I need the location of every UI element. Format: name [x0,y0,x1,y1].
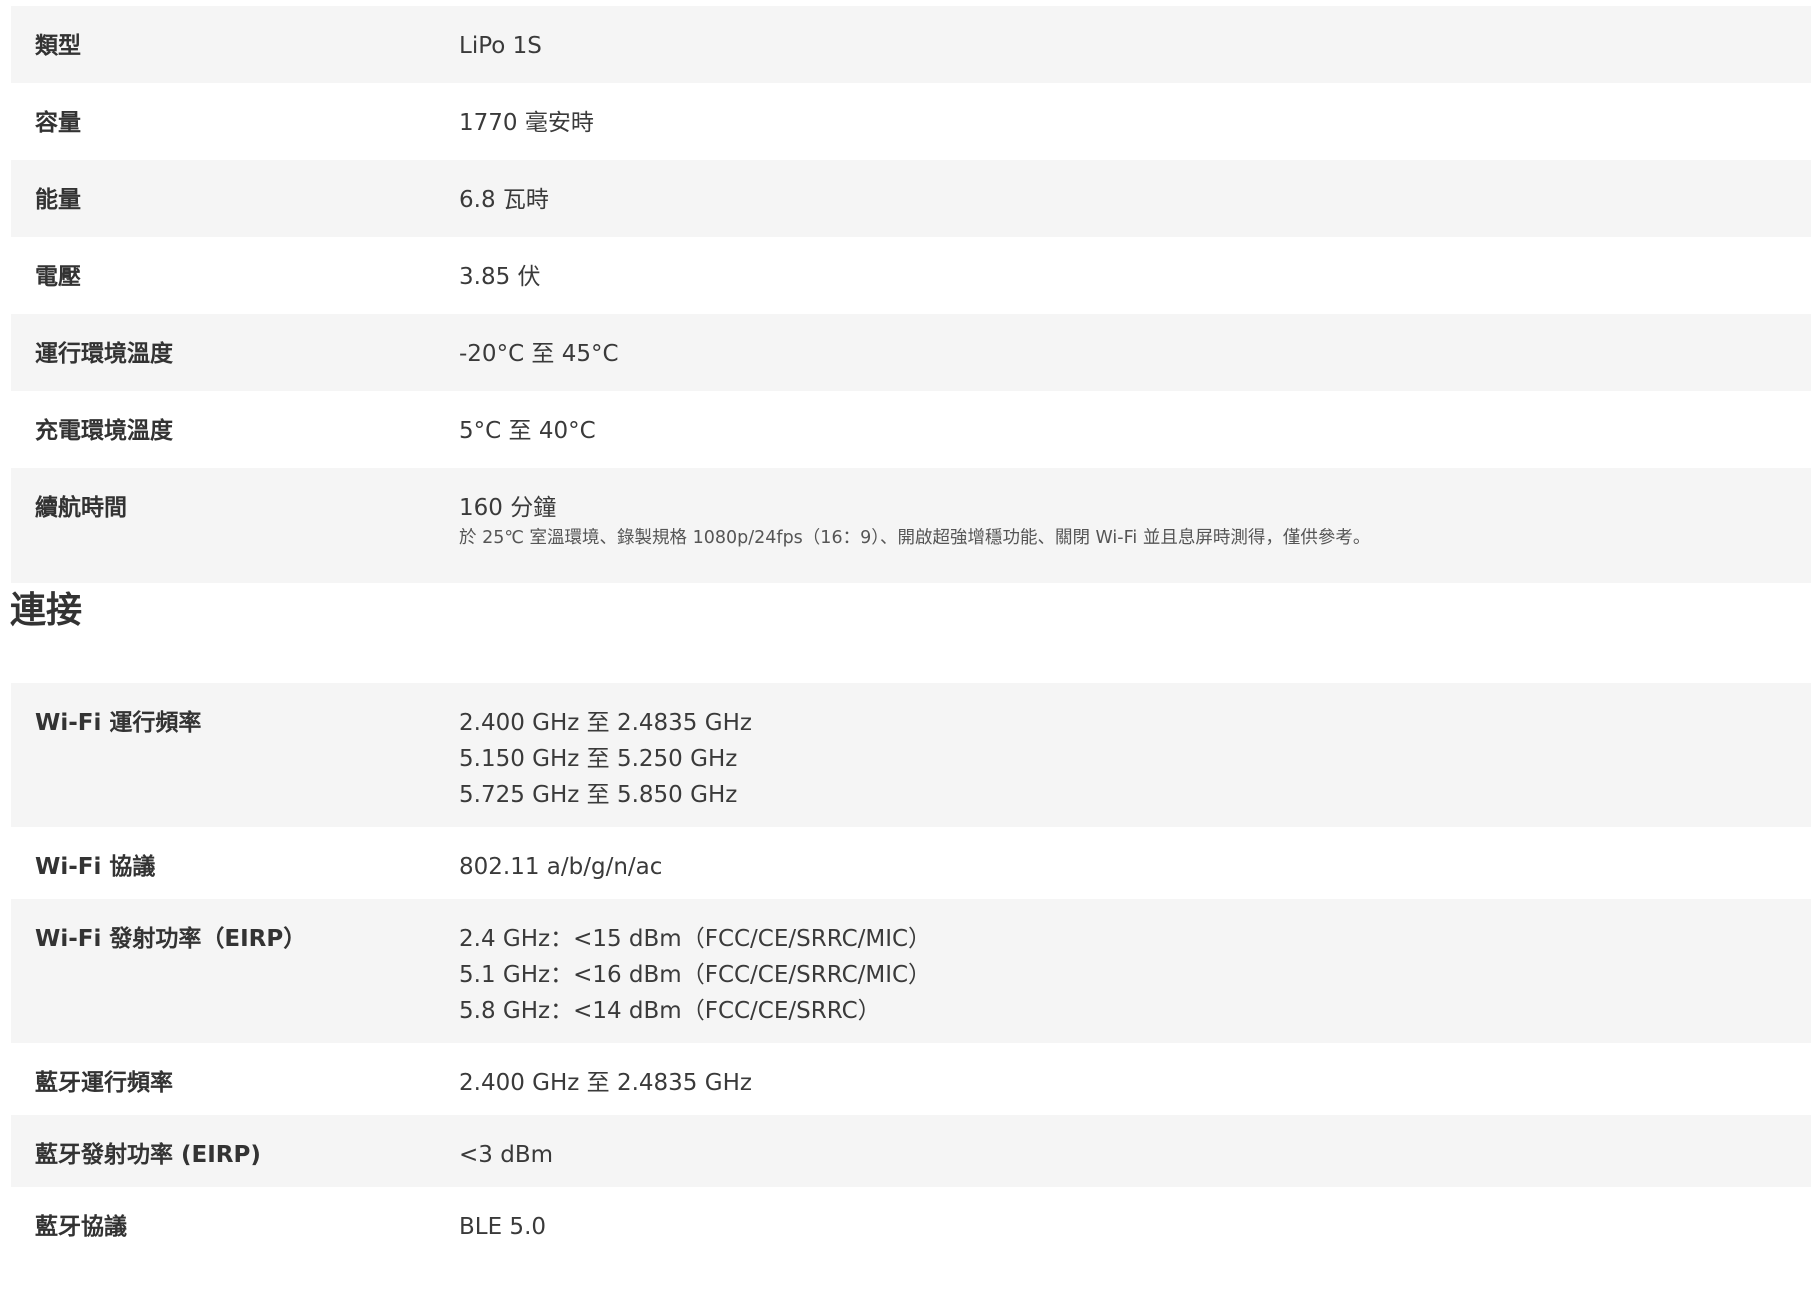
spec-value-line: 802.11 a/b/g/n/ac [459,854,663,880]
spec-value: LiPo 1S [459,33,542,59]
spec-value-line: 5.1 GHz：<16 dBm（FCC/CE/SRRC/MIC） [459,962,932,988]
spec-value-line: BLE 5.0 [459,1214,547,1240]
spec-value-group: 802.11 a/b/g/n/ac [459,849,1811,885]
spec-row-charging-temperature: 充電環境溫度 5°C 至 40°C [11,391,1811,468]
spec-row-operating-temperature: 運行環境溫度 -20°C 至 45°C [11,314,1811,391]
spec-value: -20°C 至 45°C [459,341,619,367]
spec-value: 160 分鐘 [459,495,557,521]
spec-value-group: 2.400 GHz 至 2.4835 GHz [459,1065,1811,1101]
spec-row-wifi-power: Wi-Fi 發射功率（EIRP） 2.4 GHz：<15 dBm（FCC/CE/… [11,899,1811,1043]
spec-label: 充電環境溫度 [35,418,173,444]
spec-value-line: 2.400 GHz 至 2.4835 GHz [459,1070,752,1096]
spec-row-bluetooth-protocol: 藍牙協議 BLE 5.0 [11,1187,1811,1259]
spec-row-energy: 能量 6.8 瓦時 [11,160,1811,237]
spec-footnote: 於 25℃ 室溫環境、錄製規格 1080p/24fps（16：9）、開啟超強增穩… [459,528,1371,548]
spec-label: 藍牙發射功率 (EIRP) [35,1142,261,1168]
spec-label: Wi-Fi 協議 [35,854,156,880]
spec-value-group: BLE 5.0 [459,1209,1811,1245]
spec-label: Wi-Fi 發射功率（EIRP） [35,926,307,952]
spec-value-line: 2.400 GHz 至 2.4835 GHz [459,710,752,736]
spec-label: 續航時間 [35,495,127,521]
spec-row-type: 類型 LiPo 1S [11,6,1811,83]
battery-spec-table: 類型 LiPo 1S 容量 1770 毫安時 能量 6.8 瓦時 電壓 3.85… [11,6,1811,583]
spec-label: 容量 [35,110,81,136]
spec-label: Wi-Fi 運行頻率 [35,710,202,736]
spec-value: 3.85 伏 [459,264,541,290]
spec-value: 5°C 至 40°C [459,418,596,444]
spec-value-line: <3 dBm [459,1142,553,1168]
spec-label: 電壓 [35,264,81,290]
spec-label: 藍牙運行頻率 [35,1070,173,1096]
spec-row-bluetooth-frequency: 藍牙運行頻率 2.400 GHz 至 2.4835 GHz [11,1043,1811,1115]
spec-page: 類型 LiPo 1S 容量 1770 毫安時 能量 6.8 瓦時 電壓 3.85… [0,0,1816,1297]
spec-label: 藍牙協議 [35,1214,127,1240]
spec-row-wifi-frequency: Wi-Fi 運行頻率 2.400 GHz 至 2.4835 GHz 5.150 … [11,683,1811,827]
spec-row-runtime: 續航時間 160 分鐘 於 25℃ 室溫環境、錄製規格 1080p/24fps（… [11,468,1811,583]
spec-value: 6.8 瓦時 [459,187,549,213]
spec-row-voltage: 電壓 3.85 伏 [11,237,1811,314]
spec-row-wifi-protocol: Wi-Fi 協議 802.11 a/b/g/n/ac [11,827,1811,899]
spec-value: 1770 毫安時 [459,110,594,136]
spec-value-line: 5.8 GHz：<14 dBm（FCC/CE/SRRC） [459,998,881,1024]
spec-value-line: 5.150 GHz 至 5.250 GHz [459,746,738,772]
spec-label: 類型 [35,33,81,59]
spec-value-group: <3 dBm [459,1137,1811,1173]
spec-row-bluetooth-power: 藍牙發射功率 (EIRP) <3 dBm [11,1115,1811,1187]
spec-value-group: 160 分鐘 於 25℃ 室溫環境、錄製規格 1080p/24fps（16：9）… [459,490,1811,550]
spec-row-capacity: 容量 1770 毫安時 [11,83,1811,160]
spec-value-group: 2.4 GHz：<15 dBm（FCC/CE/SRRC/MIC） 5.1 GHz… [459,921,1811,1029]
spec-label: 運行環境溫度 [35,341,173,367]
connectivity-spec-table: Wi-Fi 運行頻率 2.400 GHz 至 2.4835 GHz 5.150 … [11,683,1811,1259]
section-title: 連接 [10,590,83,631]
spec-value-group: 2.400 GHz 至 2.4835 GHz 5.150 GHz 至 5.250… [459,705,1811,813]
spec-value-line: 2.4 GHz：<15 dBm（FCC/CE/SRRC/MIC） [459,926,932,952]
spec-label: 能量 [35,187,81,213]
spec-value-line: 5.725 GHz 至 5.850 GHz [459,782,738,808]
